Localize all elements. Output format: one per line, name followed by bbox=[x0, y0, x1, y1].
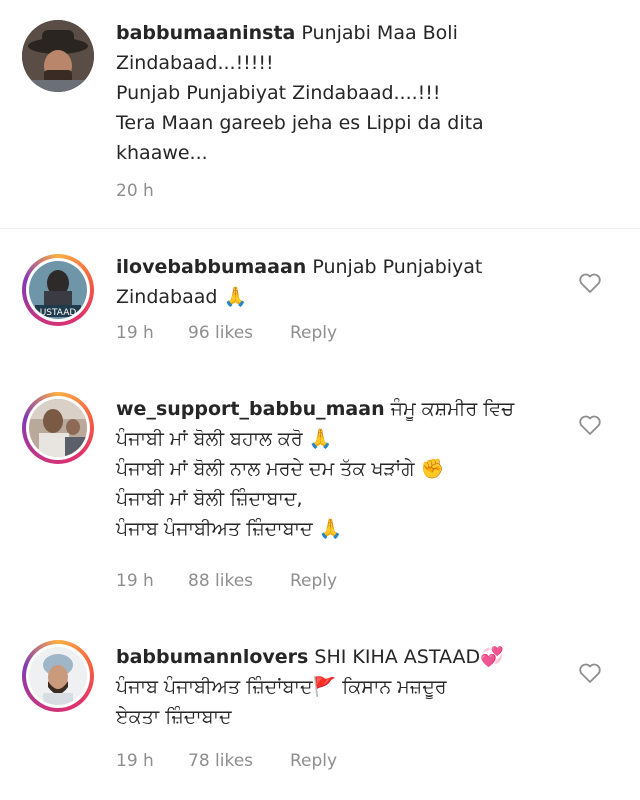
comment-line: ਪੰਜਾਬੀ ਮਾਂ ਬੋਲੀ ਨਾਲ ਮਰਦੇ ਦਮ ਤੱਕ ਖੜਾਂਗੇ ✊ bbox=[116, 458, 445, 480]
comment-line: Punjab Punjabiyat bbox=[312, 256, 483, 278]
heart-outline-icon[interactable] bbox=[578, 662, 602, 684]
comment-meta: 20 h bbox=[116, 176, 154, 206]
heart-outline-icon[interactable] bbox=[578, 272, 602, 294]
comment-username[interactable]: we_support_babbu_maan bbox=[116, 398, 385, 420]
comment-line: ਜੰਮੂ ਕਸ਼ਮੀਰ ਵਿਚ bbox=[390, 398, 515, 420]
likes-count[interactable]: 78 likes bbox=[188, 746, 290, 776]
reply-button[interactable]: Reply bbox=[290, 318, 337, 348]
comment-meta: 19 h 78 likes Reply bbox=[116, 746, 337, 776]
ustaad-poster-avatar-icon: USTAAD bbox=[29, 261, 87, 319]
comment-line: ਪੰਜਾਬ ਪੰਜਾਬੀਅਤ ਜ਼ਿੰਦਾਂਬਾਦ🚩 ਕਿਸਾਨ ਮਜ਼ਦੂਰ bbox=[116, 676, 447, 698]
comment-line: ਏਕਤਾ ਜ਼ਿੰਦਾਬਾਦ bbox=[116, 706, 232, 728]
comment-line: Punjab Punjabiyat Zindabaad....!!! bbox=[116, 82, 441, 104]
comment-line: ਪੰਜਾਬ ਪੰਜਾਬੀਅਤ ਜ਼ਿੰਦਾਬਾਦ 🙏 bbox=[116, 518, 343, 540]
divider bbox=[0, 228, 640, 229]
reply-button[interactable]: Reply bbox=[290, 746, 337, 776]
avatar[interactable] bbox=[22, 392, 94, 464]
comment-text: babbumaaninsta Punjabi Maa Boli Zindabaa… bbox=[116, 18, 536, 168]
comment-line: Zindabaad...!!!!! bbox=[116, 52, 274, 74]
comment-meta: 19 h 96 likes Reply bbox=[116, 318, 337, 348]
comment-line: Punjabi Maa Boli bbox=[301, 22, 458, 44]
comment-text: ilovebabbumaaan Punjab Punjabiyat Zindab… bbox=[116, 252, 536, 312]
reply-button[interactable]: Reply bbox=[290, 566, 337, 596]
likes-count[interactable]: 96 likes bbox=[188, 318, 290, 348]
comment-line: Tera Maan gareeb jeha es Lippi da dita bbox=[116, 112, 484, 134]
comment-line: ਪੰਜਾਬੀ ਮਾਂ ਬੋਲੀ ਜ਼ਿੰਦਾਬਾਦ, bbox=[116, 488, 303, 510]
comment-time: 20 h bbox=[116, 181, 154, 201]
comment-line: ਪੰਜਾਬੀ ਮਾਂ ਬੋਲੀ ਬਹਾਲ ਕਰੋ 🙏 bbox=[116, 428, 333, 450]
likes-count[interactable]: 88 likes bbox=[188, 566, 290, 596]
person-photo-avatar-icon bbox=[29, 399, 87, 457]
comment-time: 19 h bbox=[116, 571, 154, 591]
avatar[interactable] bbox=[22, 20, 94, 92]
heart-outline-icon[interactable] bbox=[578, 414, 602, 436]
comment-time: 19 h bbox=[116, 751, 154, 771]
comment-line: khaawe... bbox=[116, 142, 208, 164]
comment-username[interactable]: babbumannlovers bbox=[116, 646, 308, 668]
comment-username[interactable]: babbumaaninsta bbox=[116, 22, 295, 44]
comment-username[interactable]: ilovebabbumaaan bbox=[116, 256, 306, 278]
cowboy-hat-avatar-icon bbox=[22, 20, 94, 92]
comment-time: 19 h bbox=[116, 323, 154, 343]
avatar[interactable] bbox=[22, 640, 94, 712]
comment-line: Zindabaad 🙏 bbox=[116, 286, 248, 308]
turban-avatar-icon bbox=[29, 647, 87, 705]
avatar[interactable]: USTAAD bbox=[22, 254, 94, 326]
comment-meta: 19 h 88 likes Reply bbox=[116, 566, 337, 596]
comment-text: babbumannlovers SHI KIHA ASTAAD💞 ਪੰਜਾਬ ਪ… bbox=[116, 642, 536, 732]
comment-text: we_support_babbu_maan ਜੰਮੂ ਕਸ਼ਮੀਰ ਵਿਚ ਪੰ… bbox=[116, 394, 536, 544]
comment-line: SHI KIHA ASTAAD💞 bbox=[314, 646, 504, 668]
